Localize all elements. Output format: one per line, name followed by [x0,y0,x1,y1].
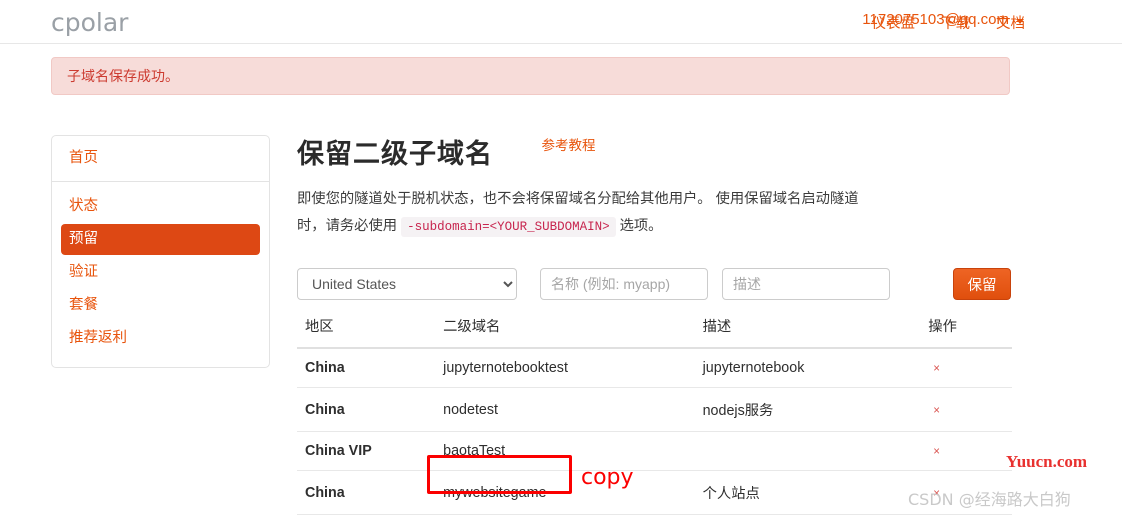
header-region: 地区 [297,315,444,349]
table-row: China jupyternotebooktest jupyternoteboo… [297,348,1012,388]
cell-description: 个人站点 [702,470,929,515]
name-input[interactable] [540,268,708,300]
sidebar-item-home[interactable]: 首页 [52,136,269,182]
header-description: 描述 [702,315,929,349]
user-email-label: 1172075103@qq.com [862,11,1009,28]
table-row: China mywebsitegame 个人站点 × [297,470,1012,515]
user-menu[interactable]: 1172075103@qq.com [862,11,1024,28]
page-title: 保留二级子域名 [297,139,493,169]
main-content: 保留二级子域名 参考教程 即使您的隧道处于脱机状态，也不会将保留域名分配给其他用… [297,132,1012,515]
table-row: China nodetest nodejs服务 × [297,387,1012,432]
page-description: 即使您的隧道处于脱机状态，也不会将保留域名分配给其他用户。 使用保留域名启动隧道… [297,186,859,241]
cell-description [702,431,929,471]
cell-region: China [297,387,444,432]
table-head: 地区 二级域名 描述 操作 [297,315,1012,349]
reserved-subdomains-table: 地区 二级域名 描述 操作 China jupyternotebooktest … [297,315,1012,515]
watermark-csdn: CSDN @经海路大白狗 [908,490,1071,509]
subdomain-code-snippet: -subdomain=<YOUR_SUBDOMAIN> [401,217,616,237]
sidebar-list: 状态 预留 验证 套餐 推荐返利 [52,182,269,367]
sidebar-item-referral[interactable]: 推荐返利 [61,323,260,354]
cell-subdomain: baotaTest [443,431,703,471]
copy-annotation-label: copy [581,465,634,490]
cell-action: × [928,431,1012,471]
sidebar: 首页 状态 预留 验证 套餐 推荐返利 [51,135,270,368]
cell-region: China [297,470,444,515]
sidebar-item-status[interactable]: 状态 [61,191,260,222]
cell-action: × [928,387,1012,432]
cell-description: nodejs服务 [702,387,929,432]
success-alert: 子域名保存成功。 [51,57,1010,95]
cell-subdomain: nodetest [443,387,703,432]
cell-region: China VIP [297,431,444,471]
delete-icon[interactable]: × [928,363,940,375]
cell-action: × [928,348,1012,388]
watermark-site: Yuucn.com [1006,452,1088,471]
region-select[interactable]: United States [297,268,517,300]
tutorial-link[interactable]: 参考教程 [541,134,595,154]
top-navbar: cpolar 仪表盘 下载 文档 1172075103@qq.com [0,0,1122,44]
header-action: 操作 [928,315,1012,349]
reserve-form: United States 保留 [297,268,1012,300]
table-row: China VIP baotaTest × [297,431,1012,471]
delete-icon[interactable]: × [928,446,940,458]
sidebar-item-plan[interactable]: 套餐 [61,290,260,321]
cell-description: jupyternotebook [702,348,929,388]
delete-icon[interactable]: × [928,405,940,417]
description-text-2: 选项。 [619,218,663,234]
header-subdomain: 二级域名 [443,315,703,349]
description-input[interactable] [722,268,890,300]
cell-region: China [297,348,444,388]
cell-subdomain: jupyternotebooktest [443,348,703,388]
sidebar-item-verify[interactable]: 验证 [61,257,260,288]
cell-subdomain: mywebsitegame [443,470,703,515]
table-body: China jupyternotebooktest jupyternoteboo… [297,348,1012,515]
save-button[interactable]: 保留 [953,268,1011,300]
table-header-row: 地区 二级域名 描述 操作 [297,315,1012,349]
chevron-down-icon [1016,18,1024,24]
brand-logo[interactable]: cpolar [51,8,128,37]
sidebar-item-reserved[interactable]: 预留 [61,224,260,255]
